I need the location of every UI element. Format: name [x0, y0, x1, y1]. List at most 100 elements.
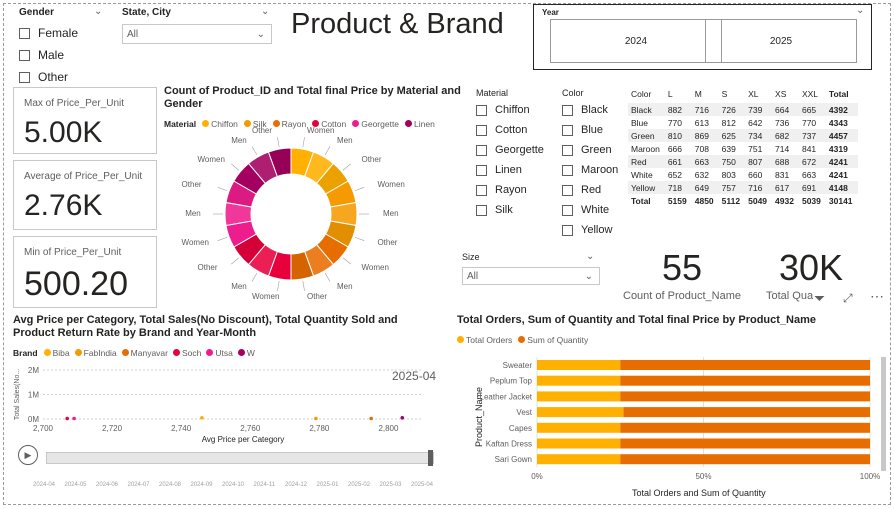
checkbox[interactable] [19, 49, 30, 61]
gender-option[interactable]: Other [19, 66, 104, 88]
legend-item[interactable]: Rayon [272, 119, 306, 129]
play-axis-handle[interactable] [428, 450, 433, 466]
state-city-slicer[interactable]: State, City ⌄ All ⌄ [122, 6, 272, 44]
material-slicer[interactable]: Material Chiffon Cotton Georgette Linen Rayo… [476, 88, 556, 220]
stacked-bar-visual[interactable]: Total Orders, Sum of Quantity and Total … [457, 314, 887, 504]
play-button[interactable]: ▶ [18, 445, 38, 465]
checkbox[interactable] [476, 164, 487, 176]
material-option[interactable]: Chiffon [476, 100, 556, 120]
donut-chart-visual[interactable]: Count of Product_ID and Total final Pric… [164, 85, 464, 310]
checkbox[interactable] [562, 224, 573, 236]
bar-segment[interactable] [537, 422, 621, 433]
checkbox[interactable] [562, 104, 573, 116]
checkbox[interactable] [476, 144, 487, 156]
checkbox[interactable] [476, 124, 487, 136]
color-option[interactable]: Green [562, 140, 632, 160]
bar-segment[interactable] [537, 454, 621, 465]
color-option[interactable]: Yellow [562, 220, 632, 240]
checkbox[interactable] [19, 27, 30, 39]
material-option[interactable]: Silk [476, 200, 556, 220]
filter-icon[interactable]: ⏷ [814, 290, 825, 307]
checkbox[interactable] [562, 164, 573, 176]
chevron-down-icon[interactable]: ⌄ [261, 6, 269, 17]
checkbox[interactable] [562, 144, 573, 156]
bar-segment[interactable] [537, 407, 624, 418]
scatter-point[interactable] [200, 415, 204, 420]
checkbox[interactable] [562, 124, 573, 136]
scatter-point[interactable] [369, 416, 373, 421]
matrix-row: Black 882 716 726 739 664 665 4392 [628, 103, 858, 116]
scrollbar[interactable] [881, 357, 886, 471]
bar-segment[interactable] [537, 391, 621, 402]
bar-segment[interactable] [620, 438, 870, 449]
material-option[interactable]: Georgette [476, 140, 556, 160]
legend-item[interactable]: Chiffon [202, 119, 238, 129]
gender-option[interactable]: Female [19, 22, 104, 44]
checkbox[interactable] [562, 204, 573, 216]
color-option[interactable]: Black [562, 100, 632, 120]
chevron-down-icon[interactable]: ⌄ [94, 6, 102, 17]
scatter-point[interactable] [314, 416, 318, 421]
legend-item[interactable]: Utsa [206, 348, 233, 358]
bar-segment[interactable] [620, 391, 870, 402]
size-dropdown[interactable]: All ⌄ [462, 267, 600, 285]
legend-item[interactable]: W [237, 348, 255, 358]
color-option[interactable]: Maroon [562, 160, 632, 180]
color-option[interactable]: Red [562, 180, 632, 200]
checkbox[interactable] [476, 184, 487, 196]
play-axis-slider[interactable] [46, 452, 434, 464]
matrix-header[interactable]: Total [826, 88, 858, 103]
gender-option[interactable]: Male [19, 44, 104, 66]
bar-segment[interactable] [623, 407, 870, 418]
bar-segment[interactable] [620, 375, 870, 386]
scatter-point[interactable] [65, 416, 69, 421]
matrix-header[interactable]: L [665, 88, 692, 103]
matrix-header[interactable]: XL [745, 88, 772, 103]
material-option[interactable]: Linen [476, 160, 556, 180]
year-2025-button[interactable]: 2025 [705, 19, 857, 63]
bar-segment[interactable] [537, 375, 621, 386]
material-option[interactable]: Cotton [476, 120, 556, 140]
material-option[interactable]: Rayon [476, 180, 556, 200]
focus-mode-icon[interactable]: ⤢ [843, 291, 853, 306]
more-options-icon[interactable]: ⋯ [870, 288, 884, 305]
matrix-header[interactable]: XXL [799, 88, 826, 103]
checkbox[interactable] [19, 71, 30, 83]
matrix-header[interactable]: Color [628, 88, 665, 103]
scatter-chart-visual[interactable]: Avg Price per Category, Total Sales(No D… [13, 314, 443, 504]
chevron-down-icon[interactable]: ⌄ [586, 251, 594, 262]
color-option[interactable]: White [562, 200, 632, 220]
legend-item[interactable]: Manyavar [121, 348, 168, 358]
chevron-down-icon[interactable]: ⌄ [856, 5, 864, 16]
bar-segment[interactable] [537, 360, 621, 370]
legend-item[interactable]: FabIndia [74, 348, 117, 358]
checkbox[interactable] [476, 104, 487, 116]
bar-segment[interactable] [620, 454, 870, 465]
size-slicer[interactable]: Size ⌄ All ⌄ [462, 251, 600, 285]
gender-slicer[interactable]: Gender ⌄ Female Male Other [19, 6, 104, 88]
legend-item[interactable]: Soch [173, 348, 201, 358]
checkbox[interactable] [562, 184, 573, 196]
matrix-header[interactable]: S [719, 88, 745, 103]
card-min-price: Min of Price_Per_Unit 500.20 [13, 236, 157, 308]
matrix-cell: 666 [667, 143, 683, 154]
legend-item[interactable]: Biba [43, 348, 70, 358]
bar-segment[interactable] [620, 360, 870, 370]
state-city-dropdown[interactable]: All ⌄ [122, 24, 272, 44]
color-size-matrix[interactable]: Color L M S XL XS XXL Total Black 882 716 726 739 664… [628, 88, 858, 207]
color-option[interactable]: Blue [562, 120, 632, 140]
year-2024-button[interactable]: 2024 [550, 19, 722, 63]
bar-segment[interactable] [537, 438, 621, 449]
matrix-header[interactable]: M [692, 88, 719, 103]
matrix-header[interactable]: XS [772, 88, 799, 103]
checkbox[interactable] [476, 204, 487, 216]
legend-item[interactable]: Sum of Quantity [518, 335, 588, 345]
legend-item[interactable]: Total Orders [457, 335, 512, 345]
color-slicer[interactable]: Color Black Blue Green Maroon Red White Yellow [562, 88, 632, 240]
scatter-point[interactable] [400, 415, 405, 420]
legend-item[interactable]: Linen [405, 119, 435, 129]
scatter-point[interactable] [72, 416, 76, 421]
bar-segment[interactable] [620, 422, 870, 433]
legend-item[interactable]: Georgette [352, 119, 399, 129]
year-slicer[interactable]: Year ⌄ 2024 2025 [533, 4, 872, 70]
